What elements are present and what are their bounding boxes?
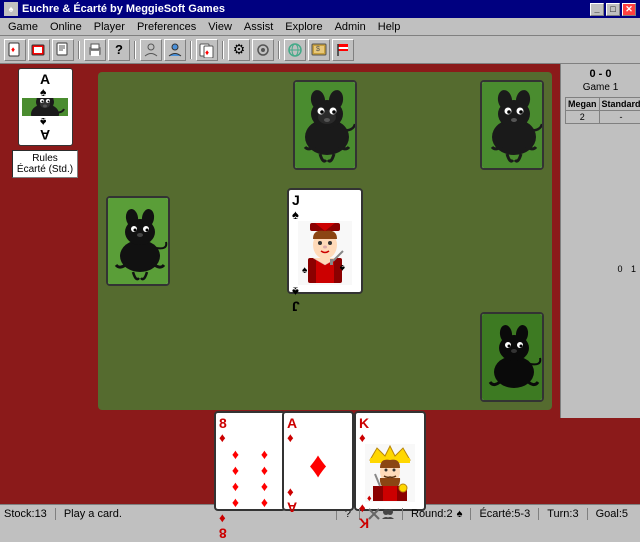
king-face-svg: ♦: [365, 444, 415, 502]
king-rank-bottom: K: [359, 515, 369, 530]
svg-text:♠: ♠: [302, 265, 308, 276]
jack-rank-bottom: J: [292, 298, 300, 313]
card-suit-top: ♠: [40, 86, 46, 98]
eight-rank-top: 8: [219, 416, 227, 431]
window-icon: ♠: [4, 2, 18, 16]
toolbar-btn-flag[interactable]: [332, 39, 354, 61]
status-goal: Goal:5: [596, 508, 636, 520]
score-col-standard: Standard: [599, 98, 640, 111]
eight-rank-bottom: 8: [219, 525, 227, 540]
jack-suit-bottom: ♠: [292, 285, 299, 298]
rules-label: Rules: [17, 153, 73, 164]
toolbar-btn-settings1[interactable]: ⚙: [228, 39, 250, 61]
ace-diamonds-suit-top: ♦: [287, 431, 294, 444]
menu-game[interactable]: Game: [2, 19, 44, 35]
king-suit-top: ♦: [359, 431, 366, 444]
ace-of-spades-card[interactable]: A ♠: [18, 68, 73, 146]
toolbar: ♦ ? ♦ ⚙ $: [0, 36, 640, 64]
toolbar-btn-print[interactable]: [84, 39, 106, 61]
svg-text:♦: ♦: [205, 48, 209, 57]
menu-preferences[interactable]: Preferences: [131, 19, 202, 35]
ecarte-text: Écarté:5-3: [479, 508, 530, 520]
score-row1-megan: 2: [566, 111, 600, 124]
score-zero: 0: [617, 264, 622, 274]
menu-view[interactable]: View: [202, 19, 238, 35]
status-ecarte: Écarté:5-3: [479, 508, 539, 520]
opponent-right-bottom-card: [480, 312, 544, 402]
right-bottom-dog-svg: [482, 314, 544, 402]
card-rank-top: A: [40, 72, 50, 86]
toolbar-btn-help[interactable]: ?: [108, 39, 130, 61]
goal-text: Goal:5: [596, 508, 628, 520]
toolbar-btn-player1[interactable]: [140, 39, 162, 61]
card-image: [22, 98, 69, 116]
top-dog-svg: [295, 82, 357, 170]
toolbar-btn-cards[interactable]: ♦: [196, 39, 218, 61]
eight-suit-top: ♦: [219, 431, 226, 444]
score-panel: 0 - 0 Game 1 Megan Standard 2 - 0 1: [560, 64, 640, 418]
status-stock: Stock:13: [4, 508, 56, 520]
king-of-diamonds-card[interactable]: K ♦: [354, 411, 426, 511]
score-game-label: Game 1: [565, 82, 636, 93]
menu-admin[interactable]: Admin: [329, 19, 372, 35]
ace-diamonds-rank-top: A: [287, 416, 297, 431]
svg-text:♦: ♦: [11, 45, 15, 54]
jack-suit-top: ♠: [292, 208, 299, 221]
game-area: A ♠: [0, 64, 640, 418]
table-area: J ♠: [98, 72, 552, 410]
status-turn: Turn:3: [547, 508, 587, 520]
turn-text: Turn:3: [547, 508, 578, 520]
king-rank-top: K: [359, 416, 369, 431]
svg-text:$: $: [316, 46, 320, 53]
play-message: Play a card.: [64, 508, 122, 520]
score-table: Megan Standard 2 -: [565, 97, 640, 124]
stock-text: Stock:13: [4, 508, 47, 520]
dog-image-svg: [22, 98, 68, 116]
opponent-top-card: [293, 80, 357, 170]
score-col-megan: Megan: [566, 98, 600, 111]
ace-diamonds-rank-bottom: A: [287, 499, 297, 514]
variant-label: Écarté (Std.): [17, 164, 73, 175]
ace-diamonds-suit-bottom: ♦: [287, 486, 294, 499]
toolbar-btn-2[interactable]: [28, 39, 50, 61]
score-header: 0 - 0: [565, 68, 636, 80]
score-row1-standard: -: [599, 111, 640, 124]
minimize-button[interactable]: _: [590, 3, 604, 16]
menu-help[interactable]: Help: [372, 19, 407, 35]
svg-text:♠: ♠: [339, 262, 345, 273]
opponent-left-card: [106, 196, 170, 286]
menu-player[interactable]: Player: [88, 19, 131, 35]
toolbar-btn-settings2[interactable]: [252, 39, 274, 61]
bottom-cards-area: 8 ♦ ♦ ♦ ♦ ♦ ♦ ♦ ♦ ♦ 8 ♦ A ♦ ♦ A ♦: [0, 418, 640, 504]
ace-of-diamonds-card[interactable]: A ♦ ♦ A ♦: [282, 411, 354, 511]
jack-rank-top: J: [292, 193, 300, 208]
window-title: Euchre & Écarté by MeggieSoft Games: [22, 3, 225, 15]
toolbar-btn-1[interactable]: ♦: [4, 39, 26, 61]
close-button[interactable]: ✕: [622, 3, 636, 16]
score-one: 1: [631, 264, 636, 274]
menu-assist[interactable]: Assist: [238, 19, 279, 35]
menu-explore[interactable]: Explore: [279, 19, 328, 35]
toolbar-btn-3[interactable]: [52, 39, 74, 61]
rules-box[interactable]: Rules Écarté (Std.): [12, 150, 78, 178]
card-suit-bottom: ♠: [40, 116, 46, 128]
round-suit: ♠: [457, 508, 463, 520]
eight-suit-bottom: ♦: [219, 512, 226, 525]
maximize-button[interactable]: □: [606, 3, 620, 16]
left-dog-svg: [108, 198, 170, 286]
menu-online[interactable]: Online: [44, 19, 88, 35]
toolbar-btn-net[interactable]: [284, 39, 306, 61]
menu-bar: Game Online Player Preferences View Assi…: [0, 18, 640, 36]
left-panel: A ♠: [0, 64, 90, 418]
right-top-dog-svg: [482, 82, 544, 170]
title-bar: ♠ Euchre & Écarté by MeggieSoft Games _ …: [0, 0, 640, 18]
toolbar-btn-player2[interactable]: [164, 39, 186, 61]
toolbar-btn-explore[interactable]: $: [308, 39, 330, 61]
jack-face-svg: ♠ ♠: [298, 221, 352, 285]
jack-of-spades-card: J ♠: [287, 188, 363, 294]
king-suit-bottom: ♦: [359, 502, 366, 515]
opponent-right-top-card: [480, 80, 544, 170]
card-rank-bottom: A: [40, 128, 50, 142]
eight-of-diamonds-card[interactable]: 8 ♦ ♦ ♦ ♦ ♦ ♦ ♦ ♦ ♦ 8 ♦: [214, 411, 286, 511]
